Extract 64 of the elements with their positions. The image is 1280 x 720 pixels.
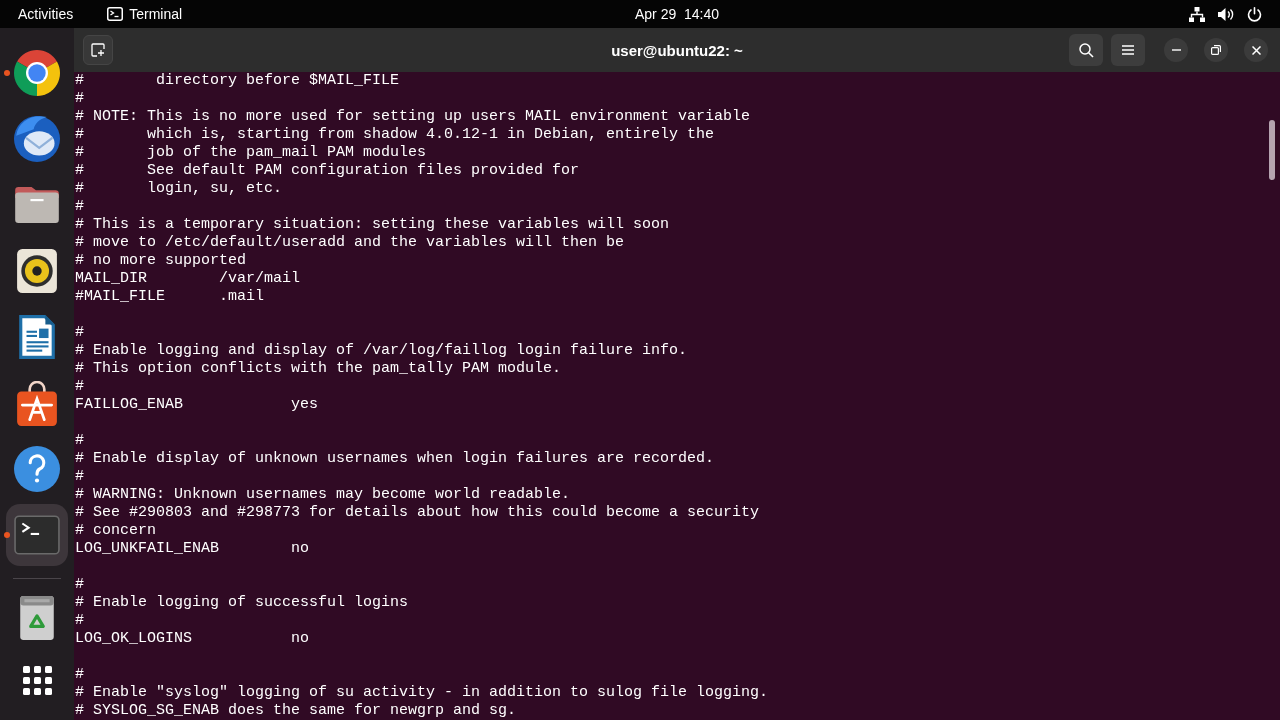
folder-icon <box>15 187 59 223</box>
new-tab-button[interactable] <box>83 35 113 65</box>
terminal-line: # See #290803 and #298773 for details about how this could become a security <box>75 504 760 522</box>
restore-icon <box>1211 45 1221 55</box>
terminal-area[interactable] <box>74 72 1280 720</box>
activities-button[interactable]: Activities <box>18 4 74 24</box>
document-icon <box>19 315 55 359</box>
bird-envelope-icon <box>14 116 60 162</box>
terminal-line: # login, su, etc. <box>75 180 283 198</box>
shopping-bag-icon <box>17 380 57 426</box>
menu-icon <box>1122 45 1134 55</box>
terminal-icon <box>14 515 60 555</box>
volume-icon[interactable] <box>1218 6 1234 22</box>
terminal-line: # This option conflicts with the pam_tally PAM module. <box>75 360 562 378</box>
tricolor-circle-icon <box>14 50 60 96</box>
network-icon[interactable] <box>1189 6 1205 22</box>
terminal-line: # Enable "syslog" logging of su activity - in addition to sulog file logging. <box>75 684 769 702</box>
terminal-line: # <box>75 576 84 594</box>
speaker-icon <box>17 249 57 293</box>
terminal-line: # This is a temporary situation: setting these variables will soon <box>75 216 670 234</box>
terminal-line: # See default PAM configuration files provided for <box>75 162 580 180</box>
terminal-line: # Enable logging of successful logins <box>75 594 409 612</box>
terminal-line: LOG_OK_LOGINS no <box>75 630 310 648</box>
terminal-line: # <box>75 198 84 216</box>
tab-plus-icon <box>91 43 105 57</box>
scrollbar-thumb[interactable] <box>1269 120 1275 180</box>
terminal-line: # <box>75 612 84 630</box>
restore-button[interactable] <box>1204 38 1228 62</box>
close-icon <box>1251 45 1261 55</box>
terminal-line: FAILLOG_ENAB yes <box>75 396 319 414</box>
terminal-line: # job of the pam_mail PAM modules <box>75 144 427 162</box>
menu-button[interactable] <box>1111 34 1145 66</box>
terminal-line: # Enable logging and display of /var/log/faillog login failure info. <box>75 342 688 360</box>
terminal-line: #MAIL_FILE .mail <box>75 288 265 306</box>
question-mark-icon <box>14 446 60 492</box>
minimize-button[interactable] <box>1164 38 1188 62</box>
terminal-line: # <box>75 378 84 396</box>
terminal-line: # <box>75 432 84 450</box>
terminal-line: # <box>75 468 84 486</box>
terminal-line: MAIL_DIR /var/mail <box>75 270 301 288</box>
search-icon <box>1078 42 1094 58</box>
terminal-line: LOG_UNKFAIL_ENAB no <box>75 540 310 558</box>
search-button[interactable] <box>1069 34 1103 66</box>
minimize-icon <box>1171 49 1181 51</box>
terminal-icon <box>107 7 124 21</box>
terminal-line: # WARNING: Unknown usernames may become world readable. <box>75 486 571 504</box>
app-menu[interactable]: Terminal <box>107 4 183 24</box>
power-icon[interactable] <box>1247 6 1262 22</box>
terminal-line: # Enable display of unknown usernames when login failures are recorded. <box>75 450 715 468</box>
terminal-line: # NOTE: This is no more used for setting up users MAIL environment variable <box>75 108 751 126</box>
terminal-line: # <box>75 666 84 684</box>
grid-icon <box>22 665 52 695</box>
window-title: user@ubuntu22: ~ <box>611 41 743 59</box>
close-button[interactable] <box>1244 38 1268 62</box>
terminal-line: # SYSLOG_SG_ENAB does the same for newgrp and sg. <box>75 702 517 720</box>
trash-icon <box>20 596 54 640</box>
terminal-line: # <box>75 324 84 342</box>
terminal-line: # <box>75 90 84 108</box>
terminal-line: # no more supported <box>75 252 247 270</box>
terminal-line: # concern <box>75 522 156 540</box>
terminal-line: # move to /etc/default/useradd and the variables will then be <box>75 234 625 252</box>
terminal-line: # directory before $MAIL_FILE <box>75 72 400 90</box>
terminal-line: # which is, starting from shadow 4.0.12-1 in Debian, entirely the <box>75 126 715 144</box>
clock-button[interactable]: Apr 29 14:40 <box>634 4 720 24</box>
